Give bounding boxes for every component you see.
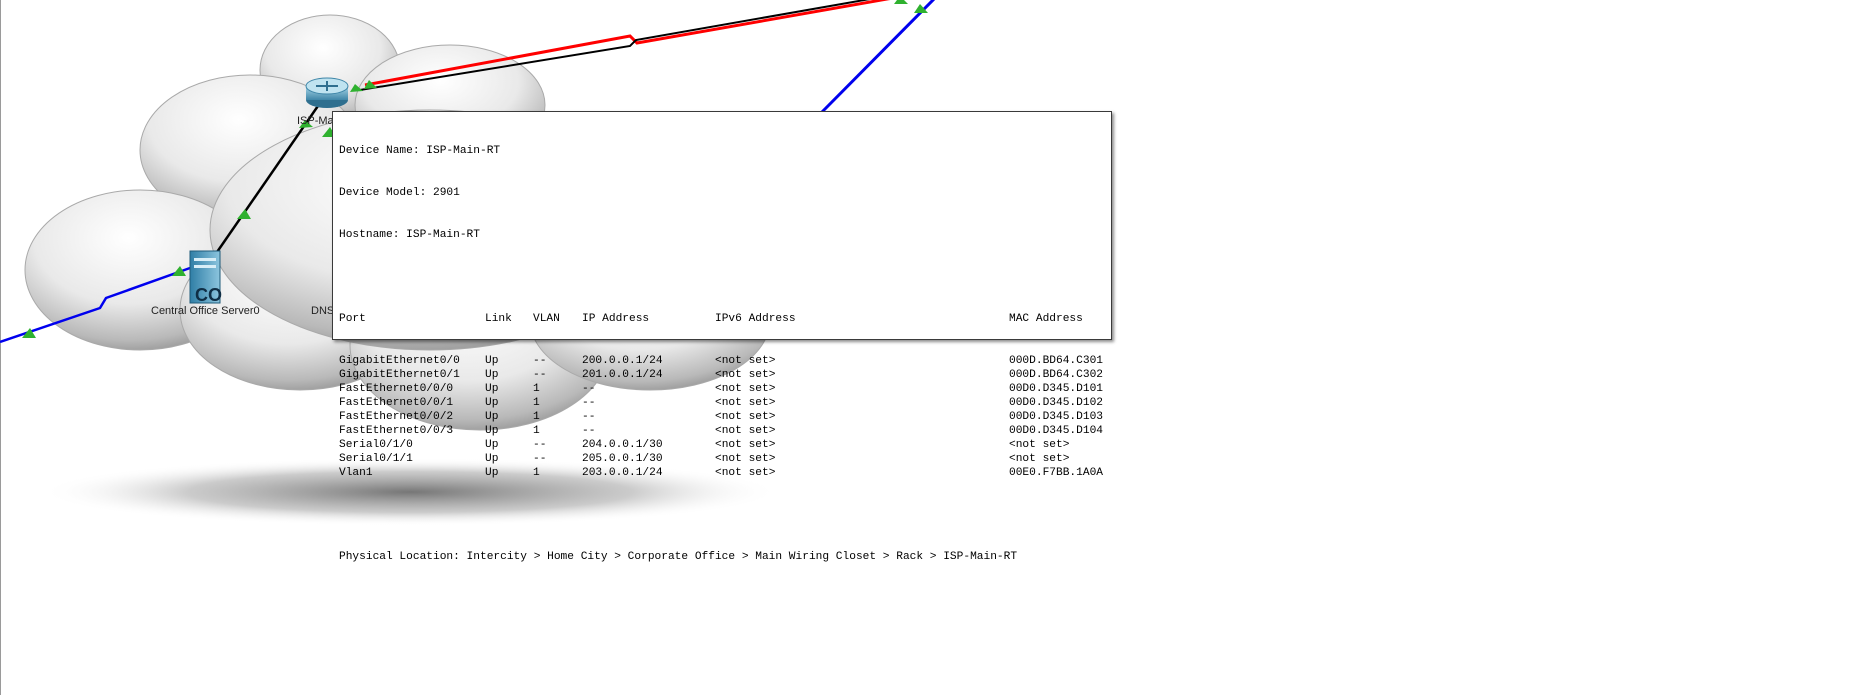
cell-vlan: -- bbox=[533, 355, 547, 367]
table-row: GigabitEthernet0/1 Up -- 201.0.0.1/24 <not s… bbox=[339, 368, 1105, 382]
cell-port: Serial0/1/0 bbox=[339, 439, 413, 451]
cell-vlan: -- bbox=[533, 369, 547, 381]
header-port: Port bbox=[339, 313, 366, 325]
header-ip: IP Address bbox=[582, 313, 650, 325]
cell-vlan: 1 bbox=[533, 397, 540, 409]
cell-link: Up bbox=[485, 369, 499, 381]
table-row: Serial0/1/1 Up -- 205.0.0.1/30 <not set> <not… bbox=[339, 452, 1105, 466]
header-link: Link bbox=[485, 313, 512, 325]
cell-ip: -- bbox=[582, 411, 596, 423]
table-row: GigabitEthernet0/0 Up -- 200.0.0.1/24 <not s… bbox=[339, 354, 1105, 368]
cell-mac: 00D0.D345.D104 bbox=[1009, 425, 1103, 437]
cell-link: Up bbox=[485, 411, 499, 423]
cell-ipv6: <not set> bbox=[715, 397, 776, 409]
cell-ipv6: <not set> bbox=[715, 383, 776, 395]
cell-port: GigabitEthernet0/1 bbox=[339, 369, 460, 381]
cell-vlan: 1 bbox=[533, 467, 540, 479]
table-row: Vlan1 Up 1 203.0.0.1/24 <not set> 00E0.F7BB.1… bbox=[339, 466, 1105, 480]
cell-mac: <not set> bbox=[1009, 453, 1070, 465]
cell-ipv6: <not set> bbox=[715, 425, 776, 437]
cell-ip: -- bbox=[582, 383, 596, 395]
cell-ip: 204.0.0.1/30 bbox=[582, 439, 663, 451]
cell-vlan: 1 bbox=[533, 425, 540, 437]
cell-link: Up bbox=[485, 453, 499, 465]
cell-ipv6: <not set> bbox=[715, 467, 776, 479]
device-info-tooltip: Device Name: ISP-Main-RT Device Model: 2… bbox=[332, 111, 1112, 563]
cell-link: Up bbox=[485, 439, 499, 451]
cell-port: Vlan1 bbox=[339, 467, 373, 479]
physical-location-line: Physical Location: Intercity > Home City… bbox=[339, 551, 1018, 563]
cell-link: Up bbox=[485, 425, 499, 437]
dns-label[interactable]: DNS bbox=[311, 305, 334, 317]
cell-ip: 205.0.0.1/30 bbox=[582, 453, 663, 465]
table-row: FastEthernet0/0/3 Up 1 -- <not set> 00D0.D345… bbox=[339, 424, 1105, 438]
cell-link: Up bbox=[485, 467, 499, 479]
header-mac: MAC Address bbox=[1009, 313, 1083, 325]
table-row: Serial0/1/0 Up -- 204.0.0.1/30 <not set> <not… bbox=[339, 438, 1105, 452]
device-name-line: Device Name: ISP-Main-RT bbox=[339, 145, 501, 157]
cell-ipv6: <not set> bbox=[715, 453, 776, 465]
cell-ip: -- bbox=[582, 397, 596, 409]
svg-text:CO: CO bbox=[195, 285, 222, 305]
cell-port: GigabitEthernet0/0 bbox=[339, 355, 460, 367]
router-icon[interactable] bbox=[305, 77, 349, 108]
cell-ip: 200.0.0.1/24 bbox=[582, 355, 663, 367]
cell-mac: 00D0.D345.D103 bbox=[1009, 411, 1103, 423]
cell-vlan: 1 bbox=[533, 411, 540, 423]
device-model-line: Device Model: 2901 bbox=[339, 187, 460, 199]
cell-ipv6: <not set> bbox=[715, 411, 776, 423]
cell-mac: <not set> bbox=[1009, 439, 1070, 451]
port-table-rows: GigabitEthernet0/0 Up -- 200.0.0.1/24 <not s… bbox=[339, 354, 1105, 480]
cell-port: FastEthernet0/0/3 bbox=[339, 425, 454, 437]
cell-ip: 203.0.0.1/24 bbox=[582, 467, 663, 479]
cell-link: Up bbox=[485, 355, 499, 367]
server-label[interactable]: Central Office Server0 bbox=[151, 305, 260, 317]
port-table-header: Port Link VLAN IP Address IPv6 Address M… bbox=[339, 312, 1105, 326]
router-label[interactable]: ISP-Ma bbox=[297, 115, 334, 127]
table-row: FastEthernet0/0/2 Up 1 -- <not set> 00D0.D345… bbox=[339, 410, 1105, 424]
table-row: FastEthernet0/0/0 Up 1 -- <not set> 00D0.D345… bbox=[339, 382, 1105, 396]
cell-link: Up bbox=[485, 397, 499, 409]
cell-mac: 00D0.D345.D101 bbox=[1009, 383, 1103, 395]
header-vlan: VLAN bbox=[533, 313, 560, 325]
cell-ipv6: <not set> bbox=[715, 355, 776, 367]
cell-port: FastEthernet0/0/0 bbox=[339, 383, 454, 395]
cell-mac: 000D.BD64.C301 bbox=[1009, 355, 1103, 367]
cell-link: Up bbox=[485, 383, 499, 395]
header-ipv6: IPv6 Address bbox=[715, 313, 796, 325]
table-row: FastEthernet0/0/1 Up 1 -- <not set> 00D0.D345… bbox=[339, 396, 1105, 410]
cell-vlan: -- bbox=[533, 453, 547, 465]
cell-mac: 000D.BD64.C302 bbox=[1009, 369, 1103, 381]
server-icon[interactable]: CO bbox=[189, 250, 222, 305]
cell-mac: 00E0.F7BB.1A0A bbox=[1009, 467, 1103, 479]
cell-port: FastEthernet0/0/1 bbox=[339, 397, 454, 409]
cell-ipv6: <not set> bbox=[715, 439, 776, 451]
cell-port: FastEthernet0/0/2 bbox=[339, 411, 454, 423]
cell-port: Serial0/1/1 bbox=[339, 453, 413, 465]
hostname-line: Hostname: ISP-Main-RT bbox=[339, 229, 480, 241]
cable-blue-right bbox=[820, 0, 936, 114]
cell-ip: 201.0.0.1/24 bbox=[582, 369, 663, 381]
cell-ipv6: <not set> bbox=[715, 369, 776, 381]
cell-ip: -- bbox=[582, 425, 596, 437]
cell-vlan: 1 bbox=[533, 383, 540, 395]
cell-vlan: -- bbox=[533, 439, 547, 451]
cell-mac: 00D0.D345.D102 bbox=[1009, 397, 1103, 409]
